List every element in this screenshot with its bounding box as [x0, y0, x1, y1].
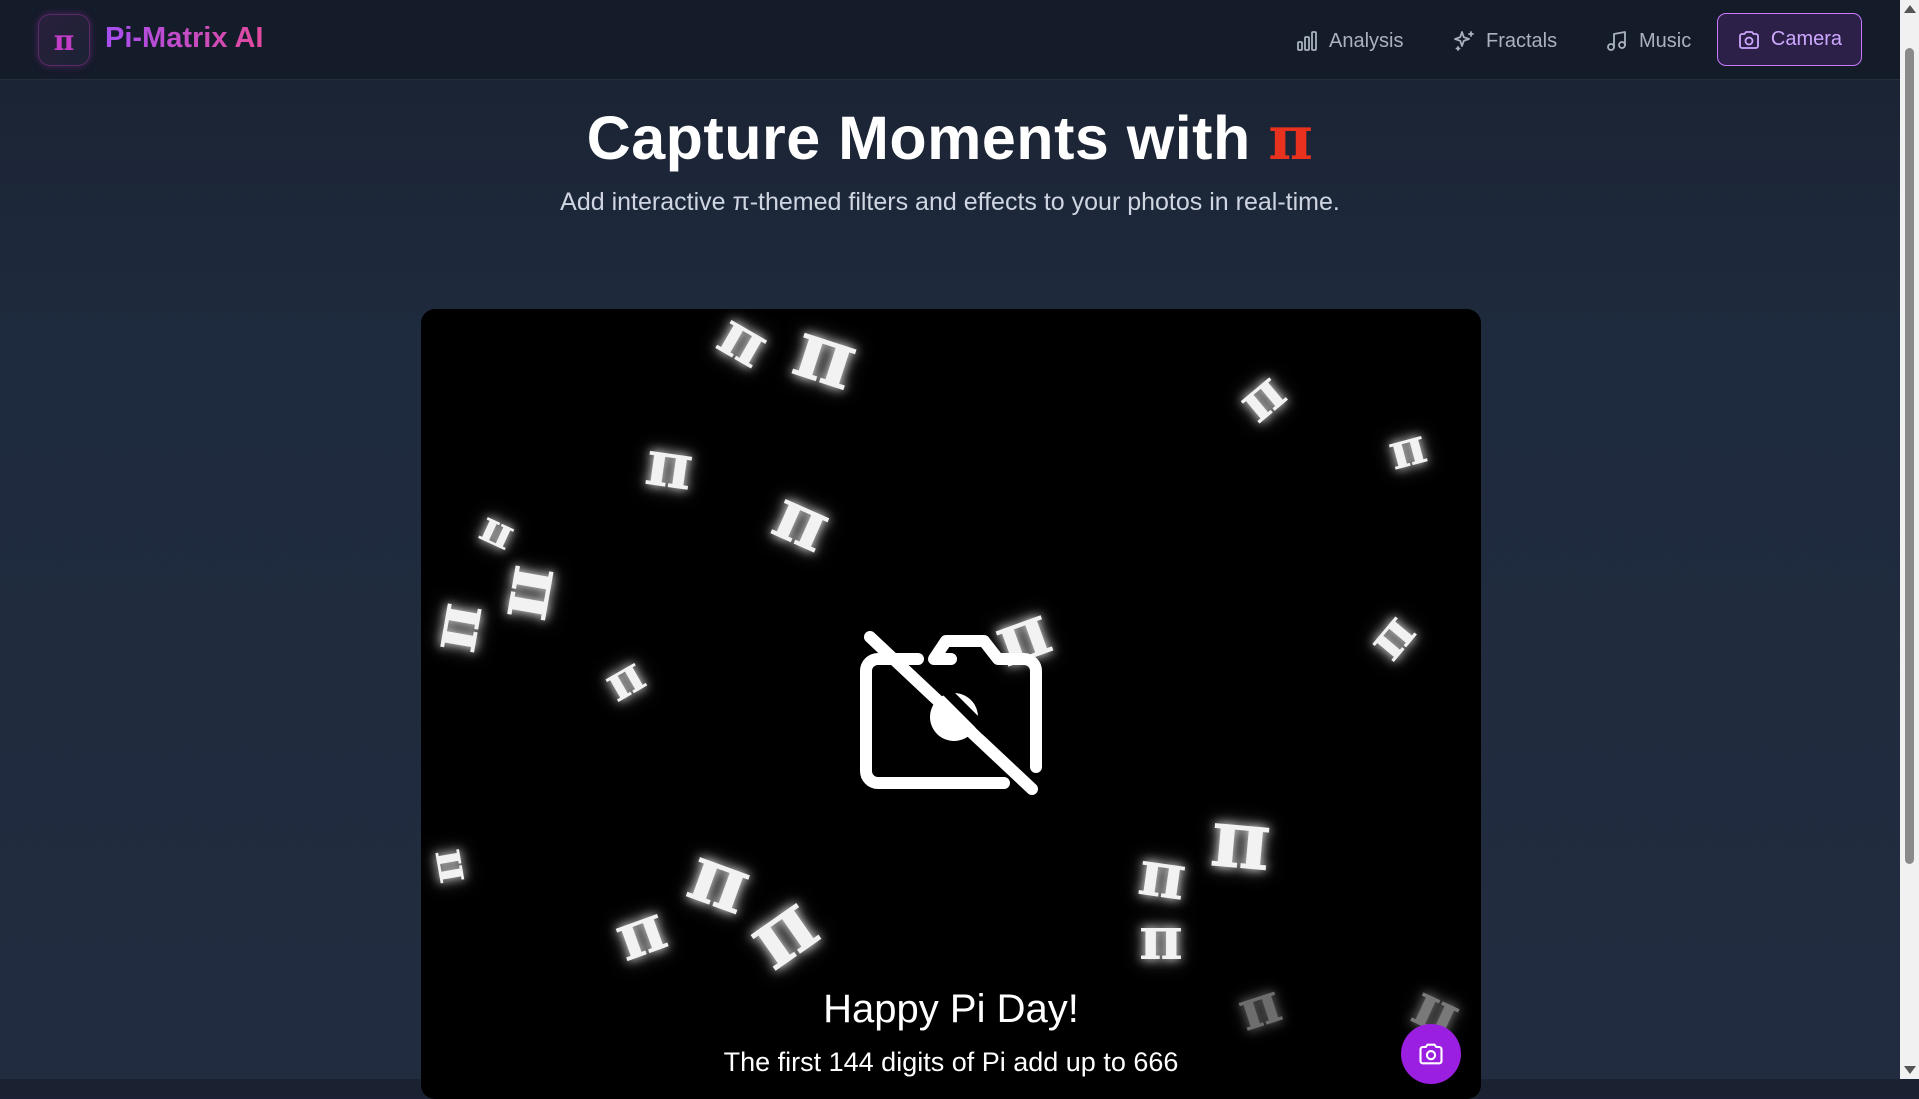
page-title-text: Capture Moments with — [586, 104, 1251, 172]
pi-sticker: π — [421, 596, 498, 658]
nav-music-label: Music — [1639, 29, 1692, 52]
page-subtitle: Add interactive π-themed filters and eff… — [560, 188, 1340, 216]
navbar: π Pi-Matrix AI Analysis Fractals Music C — [0, 0, 1900, 80]
nav-camera-label: Camera — [1770, 28, 1843, 50]
pi-sticker: π — [782, 309, 870, 410]
nav-camera[interactable]: Camera — [1717, 13, 1862, 66]
pi-sticker: π — [604, 887, 677, 977]
caption-title: Happy Pi Day! — [823, 987, 1079, 1031]
pi-sticker: π — [469, 506, 521, 567]
pi-symbol: π — [1268, 103, 1314, 174]
camera-preview[interactable]: π π π π π π π π π π π π π π π π π π π π … — [421, 309, 1481, 1099]
bar-chart-icon — [1297, 31, 1317, 51]
pi-sticker: π — [489, 559, 584, 629]
pi-sticker: π — [1134, 835, 1191, 916]
pi-sticker: π — [1224, 358, 1299, 436]
nav-fractals[interactable]: Fractals — [1452, 26, 1557, 56]
scroll-up-arrow-icon[interactable] — [1904, 5, 1916, 13]
nav-music[interactable]: Music — [1605, 26, 1691, 56]
nav-analysis[interactable]: Analysis — [1295, 26, 1403, 56]
caption-fact: The first 144 digits of Pi add up to 666 — [723, 1047, 1179, 1077]
pi-sticker: π — [727, 872, 836, 989]
pi-sticker: π — [1139, 904, 1183, 974]
nav-analysis-label: Analysis — [1329, 29, 1404, 52]
camera-off-icon — [860, 631, 1042, 795]
scroll-down-arrow-icon[interactable] — [1904, 1066, 1916, 1074]
pi-sticker: π — [761, 469, 844, 570]
music-note-icon — [1607, 31, 1626, 51]
camera-icon — [1419, 1043, 1443, 1065]
pi-sticker: π — [593, 643, 655, 714]
pi-sticker: π — [1381, 415, 1433, 482]
pi-sticker: π — [706, 309, 782, 383]
pi-sticker: π — [1353, 600, 1428, 672]
pi-sticker: π — [1206, 789, 1276, 891]
camera-icon — [1739, 30, 1759, 49]
brand-name[interactable]: Pi-Matrix AI — [105, 22, 263, 55]
nav-fractals-label: Fractals — [1486, 29, 1558, 52]
logo-icon[interactable]: π — [38, 14, 90, 66]
scrollbar[interactable] — [1900, 0, 1919, 1079]
pi-sticker: π — [421, 845, 476, 889]
capture-button[interactable] — [1401, 1024, 1461, 1084]
pi-sticker: π — [641, 425, 698, 506]
page-title: Capture Moments with π — [0, 103, 1900, 174]
scrollbar-thumb[interactable] — [1905, 48, 1914, 864]
sparkles-icon — [1454, 31, 1474, 51]
